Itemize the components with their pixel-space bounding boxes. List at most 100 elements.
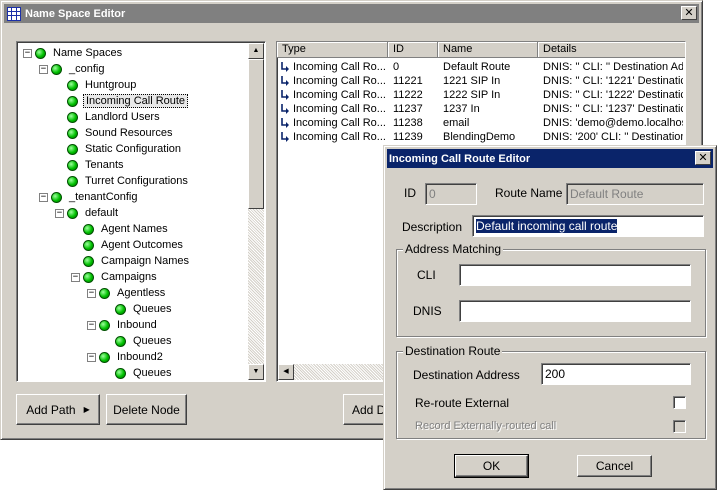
scroll-up-icon[interactable]: ▲	[248, 43, 264, 59]
table-cell-details[interactable]: DNIS: '' CLI: '1221' Destinatic	[543, 74, 683, 88]
collapse-icon[interactable]: −	[87, 288, 96, 298]
tree-node-label[interactable]: Queues	[131, 335, 174, 347]
collapse-icon[interactable]: −	[87, 352, 96, 362]
status-dot-icon	[99, 319, 110, 331]
collapse-icon[interactable]: −	[71, 272, 80, 282]
dialog-close-icon[interactable]: ✕	[695, 151, 711, 165]
scroll-down-icon[interactable]: ▼	[248, 364, 264, 380]
table-cell-details[interactable]: DNIS: 'demo@demo.localhos	[543, 116, 683, 130]
tree-node[interactable]: Agent Names	[83, 221, 170, 237]
tree-node-label[interactable]: Inbound	[115, 319, 159, 331]
tree-node[interactable]: Turret Configurations	[67, 173, 190, 189]
tree-node[interactable]: Incoming Call Route	[67, 93, 189, 109]
ok-button[interactable]: OK	[454, 454, 529, 478]
collapse-icon[interactable]: −	[39, 192, 48, 202]
tree-node-label[interactable]: Landlord Users	[83, 111, 162, 123]
table-cell-type[interactable]: Incoming Call Ro...	[293, 116, 388, 130]
tree-node[interactable]: Huntgroup	[67, 77, 138, 93]
tree-node[interactable]: Landlord Users	[67, 109, 162, 125]
tree-node-label[interactable]: Tenants	[83, 159, 126, 171]
table-cell-id[interactable]: 11237	[393, 102, 441, 116]
table-cell-type[interactable]: Incoming Call Ro...	[293, 88, 388, 102]
collapse-icon[interactable]: −	[55, 208, 64, 218]
tree-vertical-scrollbar[interactable]: ▲ ▼	[248, 43, 264, 380]
collapse-icon[interactable]: −	[87, 320, 96, 330]
tree-node[interactable]: Sound Resources	[67, 125, 174, 141]
table-cell-id[interactable]: 11238	[393, 116, 441, 130]
tree-node-label[interactable]: Static Configuration	[83, 143, 183, 155]
tree-node-label[interactable]: _config	[67, 63, 106, 75]
collapse-icon[interactable]: −	[23, 48, 32, 58]
tree-node-label[interactable]: _tenantConfig	[67, 191, 140, 203]
description-value: Default incoming call route	[476, 219, 618, 233]
tree-node[interactable]: − Name Spaces	[23, 45, 124, 61]
table-cell-id[interactable]: 0	[393, 60, 441, 74]
tree-node[interactable]: − Campaigns	[71, 269, 159, 285]
status-dot-icon	[83, 239, 94, 251]
tree-node[interactable]: − Agentless	[87, 285, 167, 301]
tree-node-label[interactable]: Incoming Call Route	[83, 94, 189, 108]
tree-node[interactable]: − Inbound	[87, 317, 159, 333]
tree-node[interactable]: Tenants	[67, 157, 126, 173]
destination-address-input[interactable]: 200	[541, 363, 691, 385]
tree-node[interactable]: Queues	[115, 301, 174, 317]
tree-node-label[interactable]: default	[83, 207, 120, 219]
reroute-external-checkbox[interactable]	[673, 396, 686, 409]
collapse-icon[interactable]: −	[39, 64, 48, 74]
table-cell-name[interactable]: Default Route	[443, 60, 541, 74]
dialog-titlebar[interactable]: Incoming Call Route Editor ✕	[387, 149, 713, 168]
tree-node[interactable]: Static Configuration	[67, 141, 183, 157]
tree-node[interactable]: Queues	[115, 333, 174, 349]
table-cell-name[interactable]: 1222 SIP In	[443, 88, 541, 102]
tree-node-label[interactable]: Name Spaces	[51, 47, 124, 59]
table-cell-details[interactable]: DNIS: '' CLI: '1222' Destinatic	[543, 88, 683, 102]
column-header-details[interactable]: Details	[538, 42, 685, 58]
table-cell-name[interactable]: BlendingDemo	[443, 130, 541, 144]
main-titlebar[interactable]: Name Space Editor ✕	[4, 4, 699, 23]
tree-node-label[interactable]: Inbound2	[115, 351, 165, 363]
tree-node[interactable]: − Inbound2	[87, 349, 165, 365]
tree-node-label[interactable]: Agent Outcomes	[99, 239, 185, 251]
column-header-name[interactable]: Name	[438, 42, 538, 58]
table-cell-type[interactable]: Incoming Call Ro...	[293, 130, 388, 144]
main-close-icon[interactable]: ✕	[681, 6, 697, 20]
table-cell-type[interactable]: Incoming Call Ro...	[293, 102, 388, 116]
table-cell-details[interactable]: DNIS: '' CLI: '1237' Destinatic	[543, 102, 683, 116]
tree-node[interactable]: Agent Outcomes	[83, 237, 185, 253]
column-header-id[interactable]: ID	[388, 42, 438, 58]
namespace-tree[interactable]: − Name Spaces − _config Huntgroup Incoming Ca…	[16, 41, 266, 382]
tree-node[interactable]: Queues	[115, 365, 174, 381]
tree-node-label[interactable]: Queues	[131, 367, 174, 379]
tree-scroll-thumb[interactable]	[248, 59, 264, 209]
tree-node[interactable]: − default	[55, 205, 120, 221]
table-cell-details[interactable]: DNIS: '200' CLI: '' Destination	[543, 130, 683, 144]
scroll-left-icon[interactable]: ◀	[278, 364, 294, 380]
tree-node-label[interactable]: Agent Names	[99, 223, 170, 235]
tree-node-label[interactable]: Turret Configurations	[83, 175, 190, 187]
add-path-button[interactable]: Add Path ▶	[16, 394, 100, 425]
tree-node[interactable]: − _config	[39, 61, 106, 77]
table-cell-name[interactable]: 1221 SIP In	[443, 74, 541, 88]
delete-node-button[interactable]: Delete Node	[106, 394, 187, 425]
table-cell-details[interactable]: DNIS: '' CLI: '' Destination Ad	[543, 60, 683, 74]
tree-node-label[interactable]: Campaigns	[99, 271, 159, 283]
tree-node-label[interactable]: Queues	[131, 303, 174, 315]
table-cell-id[interactable]: 11222	[393, 88, 441, 102]
cli-input[interactable]	[459, 264, 691, 286]
tree-node[interactable]: − _tenantConfig	[39, 189, 140, 205]
table-cell-type[interactable]: Incoming Call Ro...	[293, 74, 388, 88]
tree-node-label[interactable]: Agentless	[115, 287, 167, 299]
tree-node[interactable]: Campaign Names	[83, 253, 191, 269]
tree-node-label[interactable]: Sound Resources	[83, 127, 174, 139]
tree-node-label[interactable]: Huntgroup	[83, 79, 138, 91]
table-cell-name[interactable]: 1237 In	[443, 102, 541, 116]
cancel-button[interactable]: Cancel	[577, 455, 652, 477]
table-cell-id[interactable]: 11239	[393, 130, 441, 144]
description-input[interactable]: Default incoming call route	[472, 215, 704, 237]
dnis-input[interactable]	[459, 300, 691, 322]
table-cell-name[interactable]: email	[443, 116, 541, 130]
table-cell-id[interactable]: 11221	[393, 74, 441, 88]
tree-node-label[interactable]: Campaign Names	[99, 255, 191, 267]
column-header-type[interactable]: Type	[277, 42, 388, 58]
table-cell-type[interactable]: Incoming Call Ro...	[293, 60, 388, 74]
